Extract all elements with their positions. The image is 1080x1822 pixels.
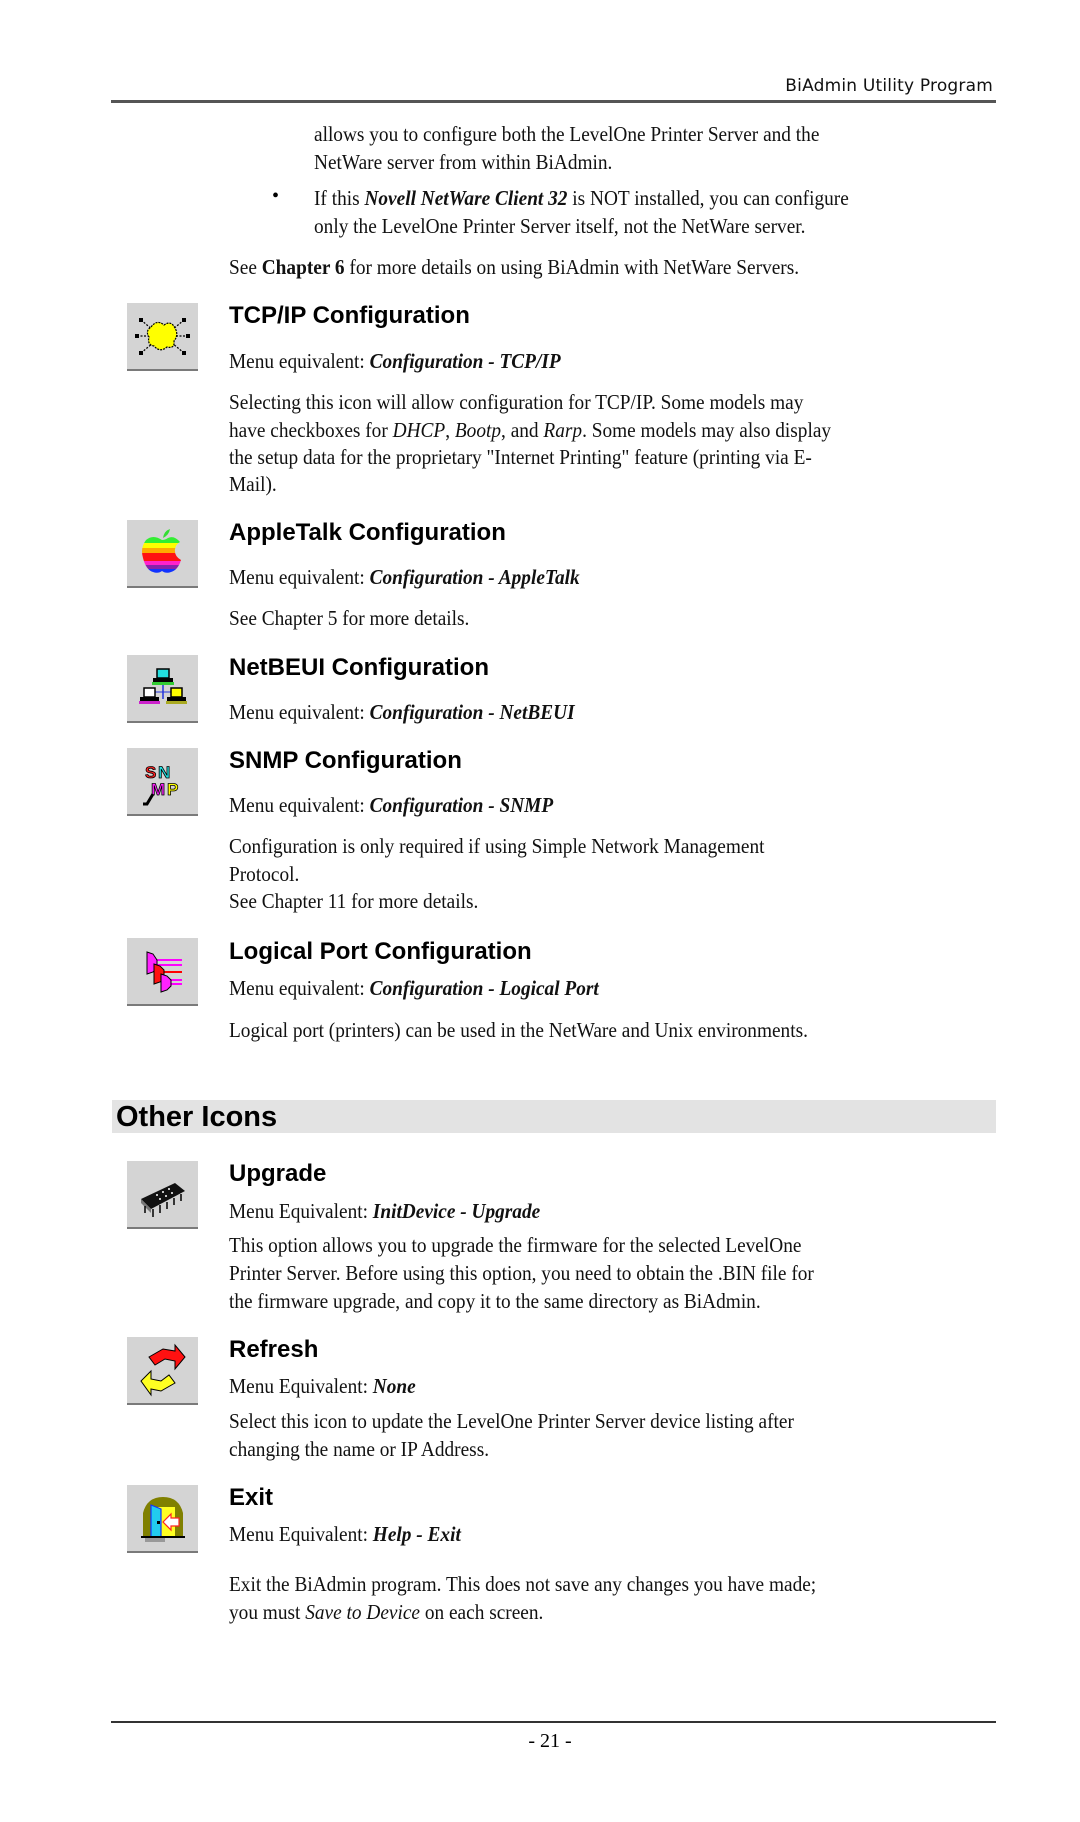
bullet-icon: •: [272, 185, 280, 207]
tcpip-body-line-4: Mail).: [229, 472, 277, 496]
logical-port-heading: Logical Port Configuration: [229, 938, 532, 965]
appletalk-heading: AppleTalk Configuration: [229, 519, 506, 546]
upgrade-heading: Upgrade: [229, 1160, 327, 1187]
upgrade-body-line-3: the firmware upgrade, and copy it to the…: [229, 1289, 761, 1313]
refresh-heading: Refresh: [229, 1336, 319, 1363]
intro-line-2: NetWare server from within BiAdmin.: [314, 150, 613, 174]
snmp-body-line-2: Protocol.: [229, 862, 300, 886]
upgrade-body-line-2: Printer Server. Before using this option…: [229, 1261, 814, 1285]
netbeui-menu-equivalent: Menu equivalent: Configuration - NetBEUI: [229, 700, 575, 724]
running-header: BiAdmin Utility Program: [785, 76, 993, 96]
menu-path: Help - Exit: [372, 1522, 461, 1546]
exit-body-line-1: Exit the BiAdmin program. This does not …: [229, 1572, 817, 1596]
see-chapter-6: See Chapter 6 for more details on using …: [229, 255, 800, 279]
tcpip-body-line-1: Selecting this icon will allow configura…: [229, 390, 804, 414]
exit-door-icon: [127, 1485, 198, 1553]
menu-path: InitDevice - Upgrade: [372, 1199, 541, 1223]
apple-rainbow-icon: [127, 520, 198, 588]
logical-port-body: Logical port (printers) can be used in t…: [229, 1018, 808, 1042]
snmp-heading: SNMP Configuration: [229, 747, 462, 774]
refresh-body-line-1: Select this icon to update the LevelOne …: [229, 1409, 794, 1433]
upgrade-menu-equivalent: Menu Equivalent: InitDevice - Upgrade: [229, 1199, 541, 1223]
svg-text:P: P: [167, 780, 178, 799]
tcpip-network-icon: [127, 303, 198, 371]
menu-path: None: [372, 1374, 416, 1398]
refresh-body-line-2: changing the name or IP Address.: [229, 1437, 490, 1461]
appletalk-body: See Chapter 5 for more details.: [229, 606, 470, 630]
header-rule: [111, 100, 996, 103]
other-icons-section-bar: Other Icons: [112, 1100, 996, 1133]
bullet-line-2: only the LevelOne Printer Server itself,…: [314, 214, 806, 238]
intro-line-1: allows you to configure both the LevelOn…: [314, 122, 820, 146]
menu-path: Configuration - AppleTalk: [369, 565, 580, 589]
exit-heading: Exit: [229, 1484, 274, 1511]
snmp-body-line-3: See Chapter 11 for more details.: [229, 889, 479, 913]
refresh-menu-equivalent: Menu Equivalent: None: [229, 1374, 416, 1398]
menu-path: Configuration - SNMP: [369, 793, 554, 817]
bullet-line-1: If this Novell NetWare Client 32 is NOT …: [314, 186, 849, 210]
footer-rule: [111, 1721, 996, 1723]
menu-path: Configuration - Logical Port: [369, 976, 599, 1000]
other-icons-heading: Other Icons: [116, 1101, 278, 1133]
tcpip-heading: TCP/IP Configuration: [229, 302, 470, 329]
tcpip-body-line-2: have checkboxes for DHCP, Bootp, and Rar…: [229, 418, 832, 442]
chip-upgrade-icon: [127, 1161, 198, 1229]
tcpip-menu-equivalent: Menu equivalent: Configuration - TCP/IP: [229, 349, 561, 373]
snmp-menu-equivalent: Menu equivalent: Configuration - SNMP: [229, 793, 554, 817]
menu-path: Configuration - NetBEUI: [369, 700, 575, 724]
netbeui-heading: NetBEUI Configuration: [229, 654, 489, 681]
exit-menu-equivalent: Menu Equivalent: Help - Exit: [229, 1522, 461, 1546]
snmp-icon: S N M P: [127, 748, 198, 816]
logical-port-icon: [127, 938, 198, 1006]
tcpip-body-line-3: the setup data for the proprietary "Inte…: [229, 445, 812, 469]
menu-path: Configuration - TCP/IP: [369, 349, 561, 373]
exit-body-line-2: you must Save to Device on each screen.: [229, 1600, 544, 1624]
page-number: - 21 -: [528, 1730, 572, 1752]
refresh-arrows-icon: [127, 1337, 198, 1405]
snmp-body-line-1: Configuration is only required if using …: [229, 834, 765, 858]
netbeui-computers-icon: [127, 655, 198, 723]
appletalk-menu-equivalent: Menu equivalent: Configuration - AppleTa…: [229, 565, 580, 589]
logical-port-menu-equivalent: Menu equivalent: Configuration - Logical…: [229, 976, 599, 1000]
upgrade-body-line-1: This option allows you to upgrade the fi…: [229, 1233, 802, 1257]
